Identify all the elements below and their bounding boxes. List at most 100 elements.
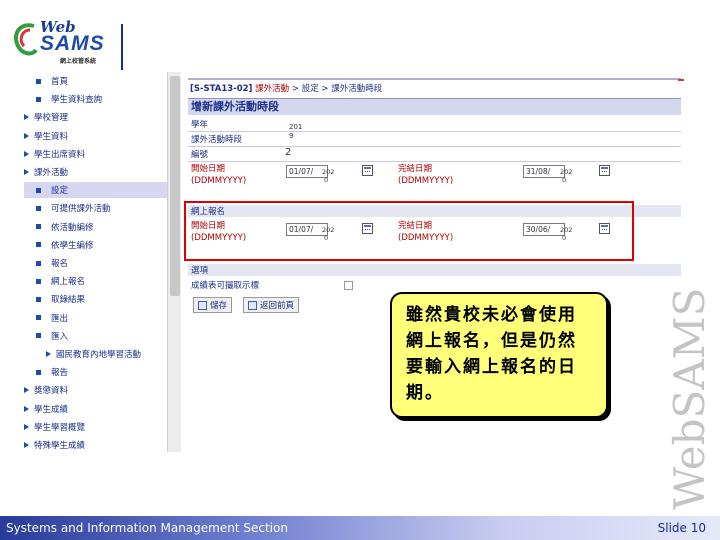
bullet-square-icon — [36, 78, 41, 84]
sidebar-item-label: 特殊學生成績 — [34, 441, 86, 451]
sidebar-item[interactable]: 課外活動 — [24, 164, 168, 180]
logo-swirl-icon — [14, 23, 38, 56]
sidebar-item-label: 設定 — [51, 186, 69, 197]
bullet-square-icon — [36, 260, 41, 266]
sidebar-item[interactable]: 取錄結果 — [24, 291, 168, 307]
expand-triangle-icon — [24, 132, 29, 139]
bullet-square-icon — [36, 224, 41, 230]
end-date-input[interactable]: 31/08/ — [523, 165, 565, 178]
start-date-label: 開始日期 — [191, 164, 226, 174]
report-option-checkbox[interactable] — [344, 281, 353, 290]
form-title: 增新課外活動時段 — [188, 98, 681, 115]
sidebar-item-label: 學生學習概覽 — [34, 422, 86, 433]
bullet-square-icon — [36, 242, 41, 248]
options-row: 成績表可撮取示標 — [188, 278, 681, 292]
sidebar-item[interactable]: 學校管理 — [24, 109, 168, 125]
content-top-line — [188, 78, 681, 80]
back-button[interactable]: 返回前頁 — [243, 297, 300, 313]
school-year-value-2: 9 — [289, 132, 294, 140]
corner-mark — [678, 79, 684, 81]
bullet-square-icon — [36, 96, 41, 102]
options-section-label: 選項 — [191, 266, 209, 276]
sidebar-item[interactable]: 學生成績 — [24, 401, 168, 417]
expand-triangle-icon — [46, 351, 51, 357]
sidebar-item-label: 獎懲資料 — [34, 386, 69, 397]
vertical-brand-text: WebSAMS — [665, 287, 714, 510]
save-button-label: 儲存 — [210, 301, 228, 311]
start-date-format: (DDMMYYYY) — [191, 176, 247, 186]
sidebar-item-label: 匯入 — [51, 331, 69, 342]
end-date-label: 完結日期 — [398, 164, 433, 174]
school-year-row: 學年 201 — [188, 117, 681, 131]
expand-triangle-icon — [24, 442, 29, 448]
sidebar-item-label: 學生資料查詢 — [51, 95, 103, 106]
sidebar-item[interactable]: 國民教育內地學習活動 — [24, 346, 168, 362]
number-value: 2 — [285, 147, 292, 158]
breadcrumb-section-link[interactable]: 課外活動 — [255, 84, 289, 94]
sidebar-item-label: 網上報名 — [51, 277, 86, 288]
period-row: 課外活動時段 9 — [188, 132, 681, 146]
bullet-square-icon — [36, 187, 41, 193]
sidebar-item[interactable]: 網上報名 — [24, 273, 168, 289]
sidebar-item-label: 報名 — [51, 259, 69, 269]
sidebar-item-label: 取錄結果 — [51, 295, 86, 306]
slide-number: Slide 10 — [657, 521, 706, 535]
sidebar-item[interactable]: 依活動編修 — [24, 219, 168, 235]
callout-text: 雖然貴校未必會使用網上報名，但是仍然要輸入網上報名的日期。 — [406, 305, 577, 403]
expand-triangle-icon — [24, 387, 29, 394]
period-label: 課外活動時段 — [191, 135, 243, 145]
bullet-square-icon — [36, 369, 41, 375]
sidebar-item[interactable]: 可提供課外活動 — [24, 200, 168, 216]
bullet-square-icon — [36, 333, 41, 339]
sidebar-item[interactable]: 學生資料 — [24, 128, 168, 144]
school-year-value-1: 201 — [289, 123, 303, 131]
sidebar-item[interactable]: 報告 — [24, 364, 168, 380]
back-button-label: 返回前頁 — [260, 301, 295, 311]
sidebar-item[interactable]: 學生學習概覽 — [24, 419, 168, 435]
footer-section-name: Systems and Information Management Secti… — [6, 521, 288, 535]
sidebar-scroll-thumb[interactable] — [170, 76, 180, 296]
bullet-square-icon — [36, 205, 41, 211]
sidebar-item-label: 依活動編修 — [51, 222, 94, 233]
header-divider — [121, 24, 123, 70]
sidebar-item[interactable]: 依學生編修 — [24, 237, 168, 253]
end-date-year-1: 202 — [560, 168, 573, 176]
breadcrumb-rest: > 設定 > 課外活動時段 — [291, 84, 383, 94]
start-date-year-2: 0 — [324, 176, 329, 184]
bullet-square-icon — [36, 296, 41, 302]
end-date-calendar-icon[interactable] — [599, 165, 610, 176]
expand-triangle-icon — [24, 150, 29, 157]
sidebar-menu: 首頁學生資料查詢學校管理學生資料學生出席資料課外活動設定可提供課外活動依活動編修… — [24, 72, 168, 452]
sidebar-item[interactable]: 首頁 — [24, 73, 168, 89]
expand-triangle-icon — [24, 423, 29, 430]
sidebar-scrollbar[interactable] — [167, 72, 181, 452]
sidebar-item-label: 國民教育內地學習活動 — [56, 350, 142, 360]
end-date-format: (DDMMYYYY) — [398, 176, 454, 186]
sidebar-item[interactable]: 匯入 — [24, 328, 168, 344]
sidebar-item[interactable]: 匯出 — [24, 310, 168, 326]
logo-sams-text: SAMS — [40, 32, 105, 55]
websams-logo: Web SAMS 網上校管系統 — [8, 16, 123, 72]
number-row: 編號 2 — [188, 147, 681, 161]
end-date-year-2: 0 — [562, 176, 567, 184]
sidebar-item[interactable]: 獎懲資料 — [24, 382, 168, 398]
save-button[interactable]: 儲存 — [193, 297, 233, 313]
back-icon — [248, 300, 257, 310]
report-option-label: 成績表可撮取示標 — [191, 281, 260, 291]
sidebar-item[interactable]: 報名 — [24, 255, 168, 271]
options-section-header: 選項 — [188, 264, 681, 276]
online-registration-highlight — [184, 201, 634, 261]
start-date-year-1: 202 — [322, 168, 335, 176]
sidebar-item-label: 學生成績 — [34, 404, 69, 415]
sidebar-item[interactable]: 設定 — [24, 182, 168, 199]
sidebar-item[interactable]: 特殊學生成績 — [24, 437, 168, 453]
logo-subtitle: 網上校管系統 — [60, 58, 97, 65]
sidebar-item[interactable]: 學生資料查詢 — [24, 91, 168, 107]
start-date-calendar-icon[interactable] — [362, 165, 373, 176]
sidebar-item-label: 課外活動 — [34, 168, 69, 178]
explanation-callout: 雖然貴校未必會使用網上報名，但是仍然要輸入網上報名的日期。 — [390, 292, 608, 418]
expand-triangle-icon — [24, 169, 29, 175]
breadcrumb: [S-STA13-02] 課外活動 > 設定 > 課外活動時段 — [190, 82, 382, 94]
screen-code: [S-STA13-02] — [190, 84, 253, 94]
sidebar-item[interactable]: 學生出席資料 — [24, 146, 168, 162]
